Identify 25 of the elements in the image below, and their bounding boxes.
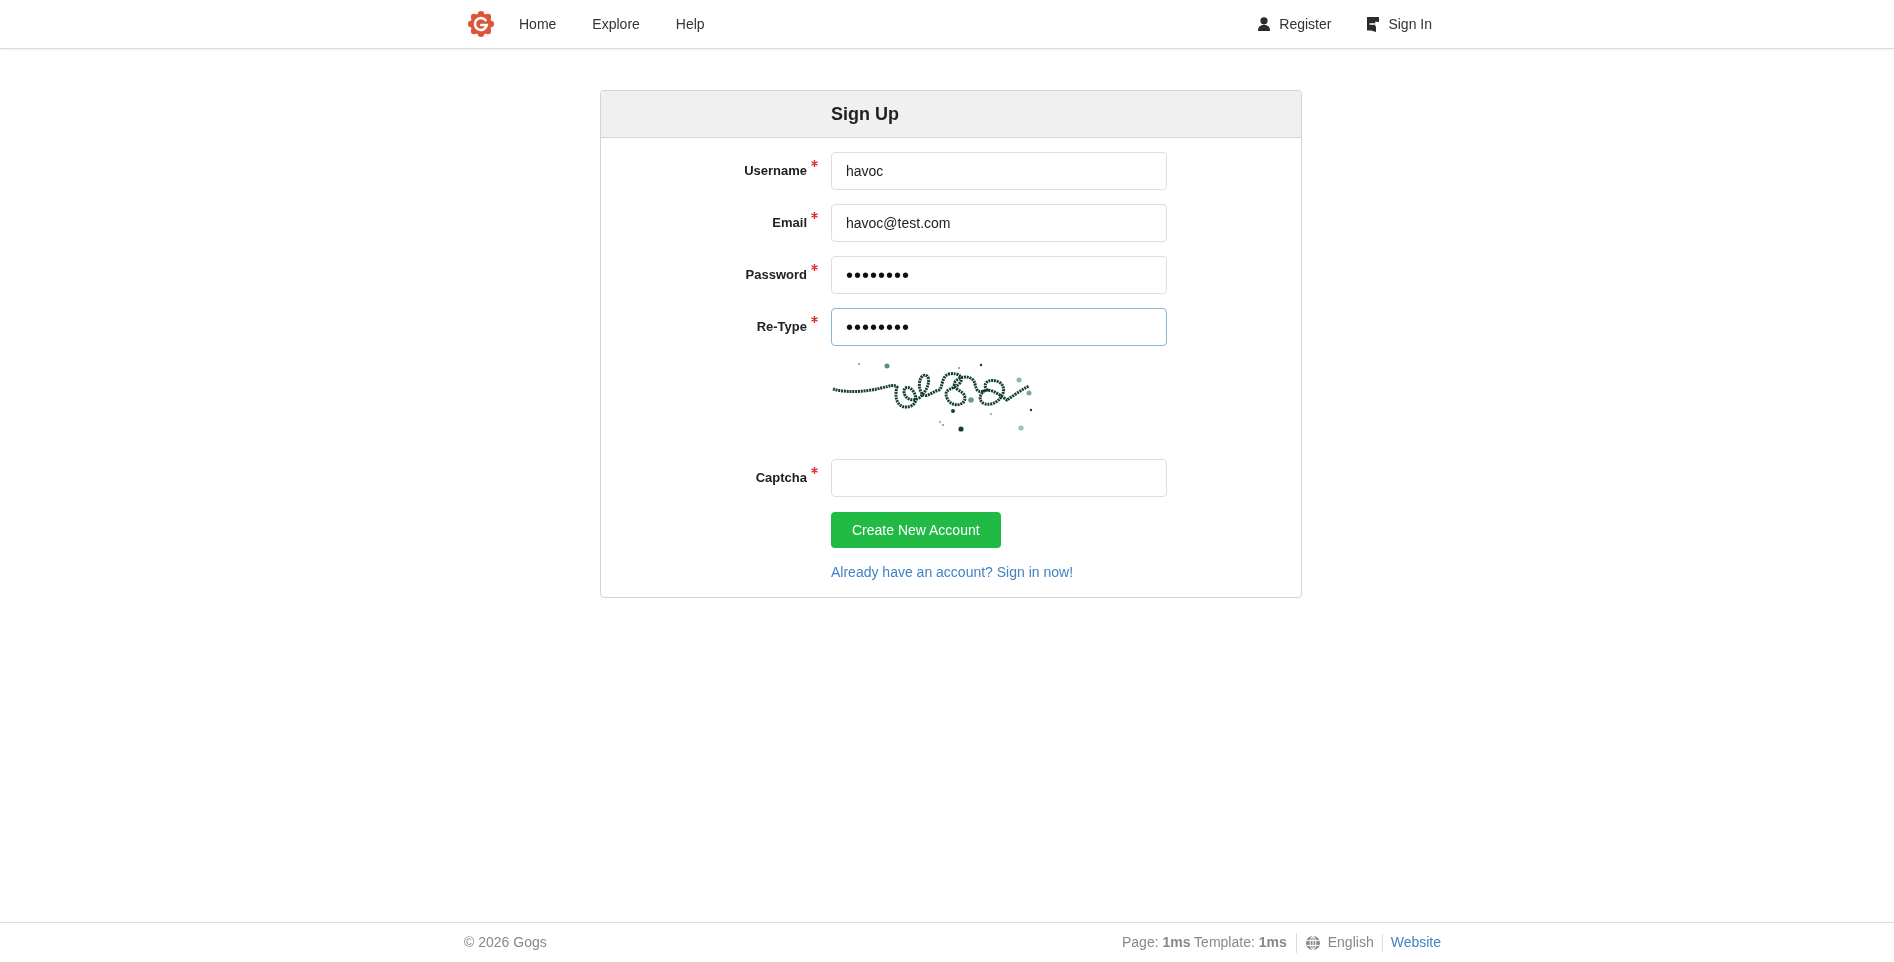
user-icon: [1258, 17, 1271, 31]
globe-icon: [1305, 935, 1320, 950]
input-field[interactable]: havoc@test.com: [831, 204, 1167, 242]
sign-in-link[interactable]: Sign In: [1349, 14, 1441, 34]
field-label: Username: [744, 163, 807, 179]
website-link[interactable]: Website: [1390, 932, 1441, 953]
input-field[interactable]: ••••••••: [831, 308, 1167, 346]
input-field[interactable]: ••••••••: [831, 256, 1167, 294]
nav-link[interactable]: Help: [657, 14, 723, 34]
logo-icon[interactable]: [468, 11, 494, 37]
field-label: Captcha: [755, 470, 807, 486]
field-label: Re-Type: [756, 319, 807, 335]
nav-link[interactable]: Explore: [574, 14, 658, 34]
field-label: Password: [745, 267, 807, 283]
language-selector[interactable]: English: [1305, 932, 1374, 953]
render-time-text: Page: 1ms Template: 1ms: [1121, 933, 1287, 952]
field-label: Email: [772, 215, 807, 231]
sign-in-now-link[interactable]: Already have an account? Sign in now!: [831, 564, 1074, 580]
nav-link[interactable]: Home: [501, 14, 575, 34]
copyright-text: © 2026 Gogs: [464, 933, 547, 952]
form-title: Sign Up: [831, 103, 899, 125]
door-arrow-icon: [1367, 16, 1380, 32]
input-field[interactable]: havoc: [831, 152, 1167, 190]
register-link[interactable]: Register: [1240, 14, 1350, 34]
input-field[interactable]: [831, 459, 1167, 497]
